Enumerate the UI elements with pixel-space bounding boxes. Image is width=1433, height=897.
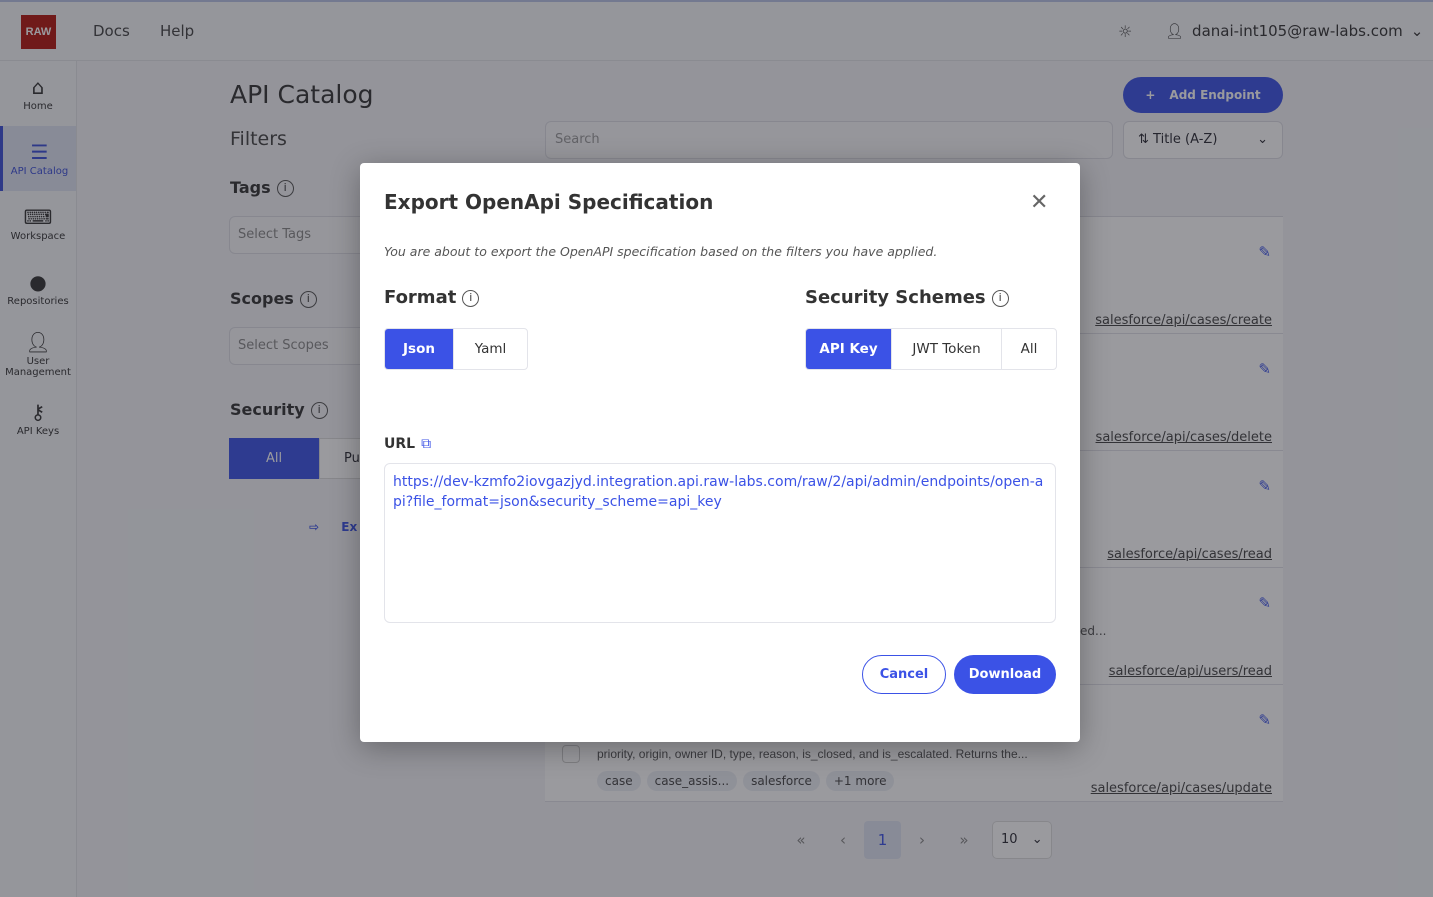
info-icon: i: [462, 290, 480, 307]
close-icon[interactable]: ✕: [1030, 190, 1048, 215]
security-scheme-toggle: API Key JWT Token All: [805, 328, 1057, 370]
scheme-jwt-button[interactable]: JWT Token: [892, 329, 1002, 369]
format-label: Format i: [384, 287, 480, 308]
format-json-button[interactable]: Json: [385, 329, 454, 369]
info-icon: i: [991, 290, 1009, 307]
url-label: URL ⧉: [384, 436, 432, 452]
modal-subtitle: You are about to export the OpenAPI spec…: [384, 244, 938, 259]
format-yaml-button[interactable]: Yaml: [454, 329, 527, 369]
modal-title: Export OpenApi Specification: [384, 190, 714, 214]
download-button[interactable]: Download: [954, 655, 1056, 694]
cancel-button[interactable]: Cancel: [862, 655, 946, 694]
scheme-api-key-button[interactable]: API Key: [806, 329, 892, 369]
scheme-all-button[interactable]: All: [1002, 329, 1056, 369]
copy-icon[interactable]: ⧉: [421, 436, 431, 452]
url-field[interactable]: https://dev-kzmfo2iovgazjyd.integration.…: [384, 463, 1056, 623]
format-toggle: Json Yaml: [384, 328, 528, 370]
security-schemes-label: Security Schemes i: [805, 287, 1009, 308]
export-openapi-modal: Export OpenApi Specification ✕ You are a…: [360, 163, 1080, 742]
